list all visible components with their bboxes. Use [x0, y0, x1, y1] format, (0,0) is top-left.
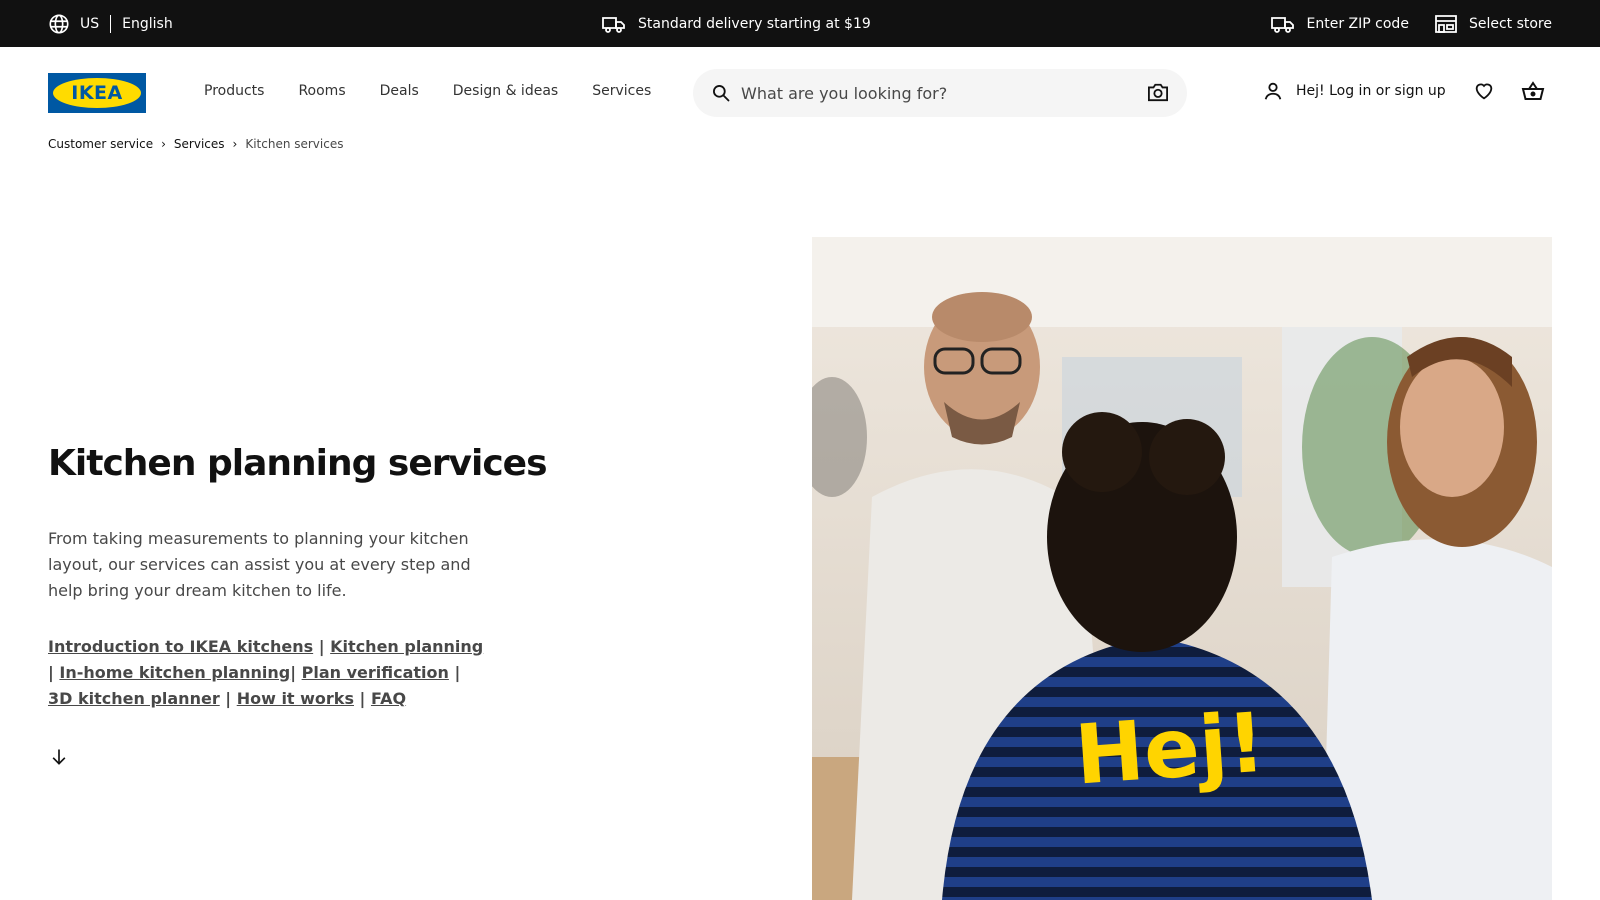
heart-icon[interactable] — [1473, 80, 1495, 102]
nav-design-ideas[interactable]: Design & ideas — [453, 83, 558, 99]
divider: | — [225, 689, 237, 708]
nav-deals[interactable]: Deals — [380, 83, 419, 99]
zip-code-button[interactable]: Enter ZIP code — [1270, 14, 1409, 34]
link-introduction[interactable]: Introduction to IKEA kitchens — [48, 637, 313, 656]
page-title: Kitchen planning services — [48, 443, 548, 484]
divider: | — [359, 689, 371, 708]
search-icon[interactable] — [711, 83, 731, 103]
divider: | — [318, 637, 331, 656]
breadcrumb-current: Kitchen services — [245, 137, 344, 151]
country-code[interactable]: US — [80, 16, 99, 32]
link-plan-verification[interactable]: Plan verification — [302, 663, 449, 682]
logo-oval: IKEA — [53, 78, 141, 108]
delivery-banner[interactable]: Standard delivery starting at $19 — [602, 0, 871, 47]
breadcrumb-services[interactable]: Services — [174, 137, 225, 151]
link-how-it-works[interactable]: How it works — [237, 689, 354, 708]
arrow-down-icon[interactable] — [49, 747, 69, 767]
select-store-label: Select store — [1468, 15, 1552, 32]
search-bar — [693, 69, 1187, 117]
breadcrumb: Customer service › Services › Kitchen se… — [48, 137, 343, 151]
hero-image: Hej! — [812, 237, 1552, 900]
divider: | — [48, 663, 60, 682]
divider: | — [290, 663, 302, 682]
link-3d-planner[interactable]: 3D kitchen planner — [48, 689, 220, 708]
top-bar: US English Standard delivery starting at… — [0, 0, 1600, 47]
link-in-home-planning[interactable]: In-home kitchen planning — [59, 663, 290, 682]
store-icon — [1435, 14, 1457, 34]
login-label: Hej! Log in or sign up — [1296, 83, 1446, 99]
globe-icon — [48, 13, 70, 35]
truck-icon — [602, 14, 626, 34]
language-label[interactable]: English — [122, 16, 173, 32]
anchor-links: Introduction to IKEA kitchens | Kitchen … — [48, 634, 488, 712]
truck-icon — [1270, 14, 1295, 34]
ikea-logo[interactable]: IKEA — [48, 73, 146, 113]
link-kitchen-planning[interactable]: Kitchen planning — [330, 637, 483, 656]
cart-icon[interactable] — [1521, 80, 1545, 102]
chevron-right-icon: › — [232, 137, 238, 151]
photo-shirt-text: Hej! — [1072, 696, 1268, 804]
zip-code-label: Enter ZIP code — [1306, 15, 1409, 32]
camera-icon[interactable] — [1147, 82, 1169, 102]
breadcrumb-customer-service[interactable]: Customer service — [48, 137, 153, 151]
login-button[interactable]: Hej! Log in or sign up — [1262, 80, 1446, 102]
locale-selector[interactable]: US English — [48, 0, 173, 47]
logo-text: IKEA — [71, 82, 123, 104]
chevron-right-icon: › — [161, 137, 166, 151]
link-faq[interactable]: FAQ — [371, 689, 406, 708]
main-nav: Products Rooms Deals Design & ideas Serv… — [204, 78, 651, 104]
search-input[interactable] — [741, 81, 1121, 105]
select-store-button[interactable]: Select store — [1435, 14, 1552, 34]
nav-rooms[interactable]: Rooms — [298, 83, 345, 99]
hero-description: From taking measurements to planning you… — [48, 529, 471, 600]
divider — [110, 14, 112, 33]
user-icon — [1262, 80, 1284, 102]
nav-services[interactable]: Services — [592, 83, 651, 99]
delivery-text: Standard delivery starting at $19 — [638, 15, 871, 32]
divider: | — [454, 663, 461, 682]
nav-products[interactable]: Products — [204, 83, 264, 99]
